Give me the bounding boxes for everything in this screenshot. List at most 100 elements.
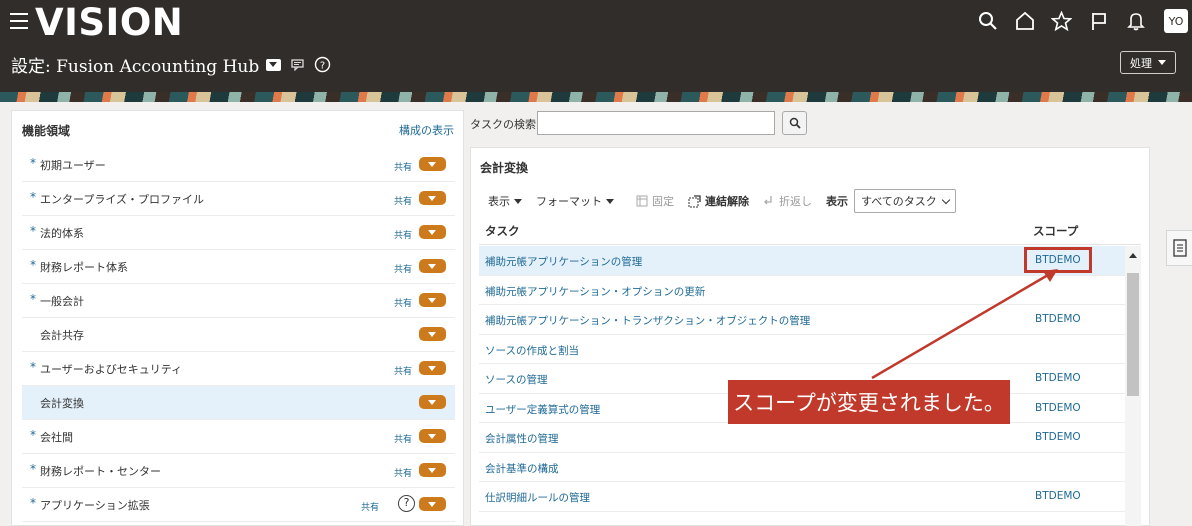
menu-icon[interactable]: [10, 13, 28, 29]
task-link[interactable]: ソースの管理: [485, 372, 547, 387]
freeze-button[interactable]: 固定: [636, 193, 674, 209]
chevron-down-icon[interactable]: [419, 463, 446, 477]
shared-label: 共有: [393, 299, 412, 309]
list-item[interactable]: * 財務レポート・センター 共有: [22, 454, 455, 488]
table-row[interactable]: ソースの作成と割当: [479, 335, 1125, 364]
chevron-down-icon[interactable]: [419, 395, 446, 409]
side-panel-tab[interactable]: [1166, 230, 1192, 266]
page-title: 設定: Fusion Accounting Hub: [11, 57, 260, 77]
chevron-down-icon[interactable]: [419, 497, 446, 511]
scroll-up-icon[interactable]: [1129, 253, 1137, 258]
shared-label: 共有: [393, 367, 412, 377]
list-item-label: 会社間: [40, 431, 73, 444]
list-item-label: アプリケーション拡張: [40, 499, 150, 512]
chevron-down-icon[interactable]: [419, 259, 446, 273]
actions-menu-button[interactable]: 処理: [1120, 51, 1176, 74]
shared-label: 共有: [393, 197, 412, 207]
bell-icon[interactable]: [1117, 8, 1154, 34]
search-icon[interactable]: [969, 8, 1006, 34]
chevron-down-icon[interactable]: [419, 225, 446, 239]
chevron-down-icon[interactable]: [419, 361, 446, 375]
chevron-down-icon: [606, 198, 614, 204]
page-title-group: 設定: Fusion Accounting Hub ?: [11, 52, 331, 77]
list-item[interactable]: * 財務レポート体系 共有: [22, 250, 455, 284]
star-icon[interactable]: [1043, 8, 1080, 34]
list-item-label: 法的体系: [40, 227, 84, 240]
comment-icon[interactable]: [291, 58, 304, 71]
column-header-scope[interactable]: スコープ: [1033, 223, 1078, 239]
task-link[interactable]: ユーザー定義算式の管理: [485, 402, 600, 417]
required-icon: *: [30, 292, 36, 306]
wrap-icon: [764, 196, 772, 205]
search-button[interactable]: [782, 111, 807, 135]
actions-menu-label: 処理: [1130, 56, 1152, 70]
table-scrollbar[interactable]: [1125, 246, 1141, 526]
task-link[interactable]: ソースの作成と割当: [485, 343, 579, 358]
scope-link[interactable]: BTDEMO: [1035, 372, 1081, 384]
list-item[interactable]: * 法的体系 共有: [22, 216, 455, 250]
help-icon[interactable]: ?: [314, 56, 331, 73]
avatar[interactable]: YO: [1164, 9, 1188, 33]
task-filter-select[interactable]: すべてのタスク: [854, 189, 956, 213]
scope-link[interactable]: BTDEMO: [1035, 431, 1081, 443]
chevron-down-icon[interactable]: [419, 191, 446, 205]
shared-label: 共有: [393, 469, 412, 479]
task-link[interactable]: 補助元帳アプリケーション・オプションの更新: [485, 284, 705, 299]
scope-link[interactable]: BTDEMO: [1035, 490, 1081, 502]
detach-label: 連結解除: [705, 195, 749, 208]
app-logo[interactable]: VISION: [35, 1, 183, 44]
wrap-button[interactable]: 折返し: [763, 193, 812, 209]
list-item[interactable]: * 一般会計 共有: [22, 284, 455, 318]
shared-label: 共有: [393, 435, 412, 445]
tasks-panel: 会計変換 表示 フォーマット 固定 連結解除 折返し 表示 すべてのタスク タス…: [470, 147, 1150, 526]
chevron-down-icon[interactable]: [419, 327, 446, 341]
list-item[interactable]: * アプリケーション拡張 共有 ?: [22, 488, 455, 522]
shared-label: 共有: [393, 163, 412, 173]
table-row[interactable]: 補助元帳アプリケーション・トランザクション・オブジェクトの管理 BTDEMO: [479, 305, 1125, 335]
task-search-label: タスクの検索: [470, 118, 536, 131]
task-link[interactable]: 仕訳明細ルールの管理: [485, 490, 590, 505]
table-row[interactable]: 補助元帳アプリケーション・オプションの更新: [479, 276, 1125, 305]
list-item[interactable]: 会計共存: [22, 318, 455, 352]
task-link[interactable]: 補助元帳アプリケーション・トランザクション・オブジェクトの管理: [485, 313, 810, 328]
flag-icon[interactable]: [1080, 8, 1117, 34]
home-icon[interactable]: [1006, 8, 1043, 34]
list-item-selected[interactable]: 会計変換: [22, 386, 455, 420]
scrollbar-thumb[interactable]: [1127, 273, 1139, 396]
shared-label: 共有: [393, 265, 412, 275]
chevron-down-icon[interactable]: [419, 293, 446, 307]
chevron-down-icon[interactable]: [419, 157, 446, 171]
list-item[interactable]: * ユーザーおよびセキュリティ 共有: [22, 352, 455, 386]
task-link[interactable]: 補助元帳アプリケーションの管理: [485, 254, 642, 269]
detach-button[interactable]: 連結解除: [688, 193, 749, 209]
task-link[interactable]: 会計属性の管理: [485, 431, 559, 446]
title-dropdown-icon[interactable]: [266, 58, 282, 71]
list-item[interactable]: * 会社間 共有: [22, 420, 455, 454]
task-search-input[interactable]: [537, 111, 775, 135]
show-configuration-link[interactable]: 構成の表示: [399, 122, 454, 138]
list-item[interactable]: * 初期ユーザー 共有: [22, 148, 455, 182]
list-item-label: 初期ユーザー: [40, 159, 106, 172]
chevron-down-icon[interactable]: [419, 429, 446, 443]
global-header: VISION YO 設定: Fusion Accounting Hub ? 処理: [0, 0, 1192, 92]
list-item-label: 会計変換: [40, 397, 84, 410]
required-icon: *: [30, 360, 36, 374]
view-menu[interactable]: 表示: [488, 193, 522, 209]
table-row[interactable]: 会計属性の管理 BTDEMO: [479, 423, 1125, 453]
table-toolbar: 表示 フォーマット 固定 連結解除 折返し 表示 すべてのタスク: [488, 189, 956, 213]
list-item[interactable]: * エンタープライズ・プロファイル 共有: [22, 182, 455, 216]
svg-text:?: ?: [320, 61, 325, 72]
format-menu[interactable]: フォーマット: [536, 193, 614, 209]
shared-label: 共有: [393, 231, 412, 241]
view-menu-label: 表示: [488, 195, 510, 208]
task-link[interactable]: 会計基準の構成: [485, 461, 559, 476]
table-row[interactable]: 会計基準の構成: [479, 453, 1125, 482]
scope-link[interactable]: BTDEMO: [1035, 313, 1081, 325]
help-icon[interactable]: ?: [398, 495, 415, 512]
scope-link[interactable]: BTDEMO: [1035, 402, 1081, 414]
header-icons: YO: [969, 8, 1192, 34]
functional-area-list: * 初期ユーザー 共有 * エンタープライズ・プロファイル 共有 * 法的体系 …: [22, 148, 455, 522]
column-header-task[interactable]: タスク: [485, 223, 520, 239]
table-row[interactable]: 仕訳明細ルールの管理 BTDEMO: [479, 482, 1125, 512]
functional-areas-panel: 機能領域 構成の表示 * 初期ユーザー 共有 * エンタープライズ・プロファイル…: [11, 110, 464, 526]
